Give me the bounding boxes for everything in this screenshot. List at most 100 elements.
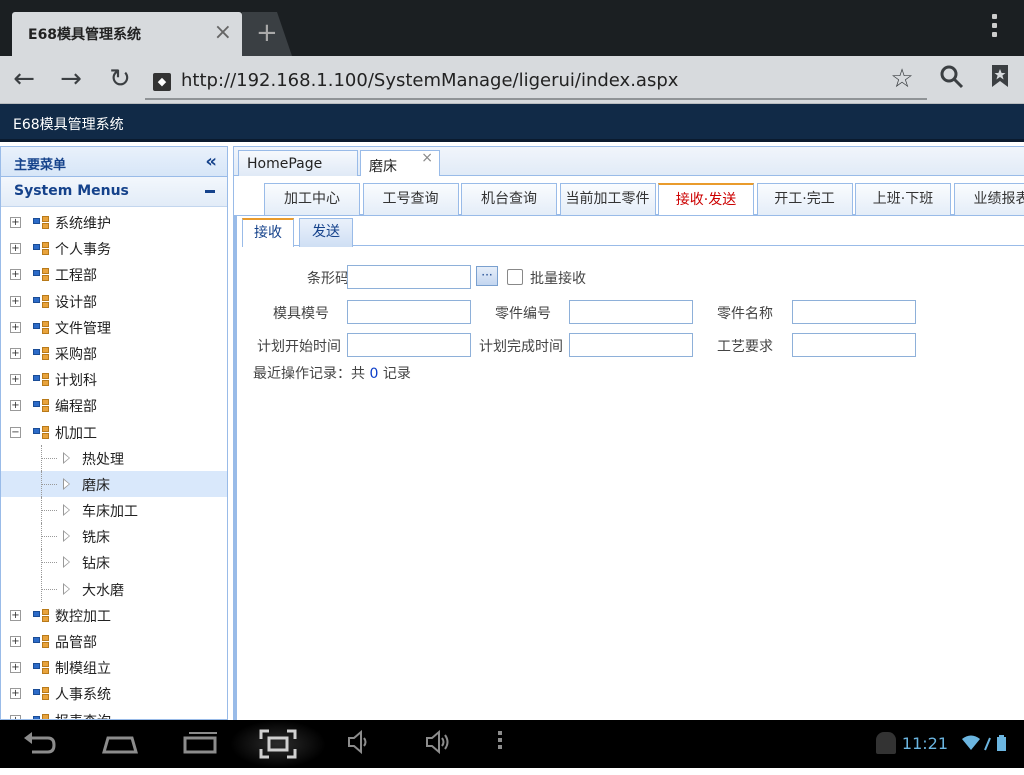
menu-child-label: 铣床	[82, 527, 110, 547]
expand-node-icon[interactable]: +	[10, 243, 21, 254]
expand-node-icon[interactable]: +	[10, 400, 21, 411]
bookmarks-icon[interactable]	[984, 64, 1016, 96]
folder-tree-icon	[33, 242, 51, 255]
expand-node-icon[interactable]: +	[10, 217, 21, 228]
function-tab[interactable]: 开工·完工	[757, 183, 853, 215]
folder-tree-icon	[33, 373, 51, 386]
collapse-section-icon[interactable]	[205, 190, 215, 193]
menu-node[interactable]: + 品管部	[1, 628, 227, 654]
bookmark-star-icon[interactable]: ☆	[886, 64, 918, 96]
menu-node[interactable]: + 采购部	[1, 340, 227, 366]
menu-node[interactable]: − 机加工	[1, 419, 227, 445]
menu-child-label: 磨床	[82, 475, 110, 495]
function-tab[interactable]: 机台查询	[461, 183, 557, 215]
expand-node-icon[interactable]: +	[10, 322, 21, 333]
barcode-input[interactable]	[347, 265, 471, 289]
menu-node[interactable]: + 文件管理	[1, 314, 227, 340]
record-suffix: 记录	[383, 366, 411, 382]
tree-connector	[41, 484, 57, 485]
menu-dots-icon[interactable]	[490, 728, 510, 760]
forward-icon[interactable]: →	[55, 64, 87, 96]
function-tab[interactable]: 工号查询	[363, 183, 459, 215]
volume-down-icon[interactable]	[344, 728, 374, 764]
plan-start-label: 计划开始时间	[251, 336, 341, 356]
back-icon[interactable]: ←	[8, 64, 40, 96]
menu-node[interactable]: + 数控加工	[1, 602, 227, 628]
menu-child-label: 车床加工	[82, 501, 138, 521]
menu-node[interactable]: + 系统维护	[1, 209, 227, 235]
menu-node[interactable]: + 工程部	[1, 261, 227, 287]
recent-apps-icon[interactable]	[180, 728, 220, 764]
subtab-send[interactable]: 发送	[299, 218, 353, 247]
plan-end-input[interactable]	[569, 333, 693, 357]
menu-node[interactable]: + 编程部	[1, 392, 227, 418]
menu-node[interactable]: + 设计部	[1, 288, 227, 314]
batch-receive-checkbox[interactable]	[507, 269, 523, 285]
search-icon[interactable]	[936, 64, 968, 96]
subtab-receive[interactable]: 接收	[242, 218, 294, 247]
triangle-icon	[63, 478, 70, 490]
expand-node-icon[interactable]: +	[10, 688, 21, 699]
menu-node-label: 编程部	[55, 396, 97, 416]
expand-node-icon[interactable]: +	[10, 374, 21, 385]
overflow-menu-icon[interactable]	[992, 14, 998, 40]
menu-child-node[interactable]: 铣床	[1, 523, 227, 549]
function-tab[interactable]: 接收·发送	[658, 183, 754, 216]
volume-up-icon[interactable]	[424, 728, 454, 764]
menu-node-label: 设计部	[55, 292, 97, 312]
menu-node[interactable]: + 人事系统	[1, 680, 227, 706]
tree-connector	[41, 510, 57, 511]
function-tab[interactable]: 业绩报表	[954, 183, 1024, 215]
part-no-input[interactable]	[569, 300, 693, 324]
expand-node-icon[interactable]: +	[10, 348, 21, 359]
menu-node[interactable]: + 计划科	[1, 366, 227, 392]
browser-tab-title: E68模具管理系统	[28, 24, 141, 44]
url-text[interactable]: http://192.168.1.100/SystemManage/ligeru…	[181, 70, 678, 91]
expand-node-icon[interactable]: +	[10, 296, 21, 307]
part-name-input[interactable]	[792, 300, 916, 324]
menu-child-node[interactable]: 磨床	[1, 471, 227, 497]
expand-node-icon[interactable]: +	[10, 269, 21, 280]
menu-node[interactable]: + 报表查询	[1, 707, 227, 720]
mold-no-input[interactable]	[347, 300, 471, 324]
expand-node-icon[interactable]: +	[10, 610, 21, 621]
tab-grinder[interactable]: 磨床 ×	[360, 150, 440, 177]
menu-node[interactable]: + 个人事务	[1, 235, 227, 261]
browse-button[interactable]: ···	[476, 266, 498, 286]
home-nav-icon[interactable]	[100, 728, 140, 764]
new-tab-button[interactable]: +	[242, 12, 292, 56]
folder-tree-icon	[33, 295, 51, 308]
plan-start-input[interactable]	[347, 333, 471, 357]
close-tab-icon[interactable]: ×	[214, 20, 232, 46]
menu-child-label: 热处理	[82, 449, 124, 469]
expand-node-icon[interactable]: +	[10, 662, 21, 673]
folder-tree-icon	[33, 268, 51, 281]
menu-child-node[interactable]: 车床加工	[1, 497, 227, 523]
tab-homepage[interactable]: HomePage	[238, 150, 358, 177]
menu-child-node[interactable]: 大水磨	[1, 576, 227, 602]
main-menu-header: 主要菜单 «	[1, 147, 227, 177]
menu-node[interactable]: + 制模组立	[1, 654, 227, 680]
close-tab-icon[interactable]: ×	[421, 150, 433, 166]
folder-tree-icon	[33, 661, 51, 674]
collapse-node-icon[interactable]: −	[10, 427, 21, 438]
collapse-panel-icon[interactable]: «	[205, 151, 217, 172]
screenshot-icon[interactable]	[230, 720, 326, 768]
function-tab[interactable]: 当前加工零件	[560, 183, 656, 215]
expand-node-icon[interactable]: +	[10, 636, 21, 647]
browser-tab[interactable]: E68模具管理系统 ×	[12, 12, 242, 56]
menu-child-node[interactable]: 钻床	[1, 549, 227, 575]
function-tab[interactable]: 加工中心	[264, 183, 360, 215]
batch-receive-label: 批量接收	[530, 268, 586, 288]
notification-avatar-icon[interactable]	[876, 732, 896, 754]
address-bar[interactable]: ◆ http://192.168.1.100/SystemManage/lige…	[145, 64, 927, 100]
site-info-icon[interactable]: ◆	[153, 73, 171, 91]
reload-icon[interactable]: ↻	[104, 64, 136, 96]
tab-homepage-label: HomePage	[247, 156, 322, 172]
menu-child-node[interactable]: 热处理	[1, 445, 227, 471]
function-tab[interactable]: 上班·下班	[855, 183, 951, 215]
record-prefix: 最近操作记录：共	[253, 366, 365, 382]
system-menus-header[interactable]: System Menus	[1, 177, 227, 207]
process-req-input[interactable]	[792, 333, 916, 357]
back-nav-icon[interactable]	[20, 728, 60, 764]
